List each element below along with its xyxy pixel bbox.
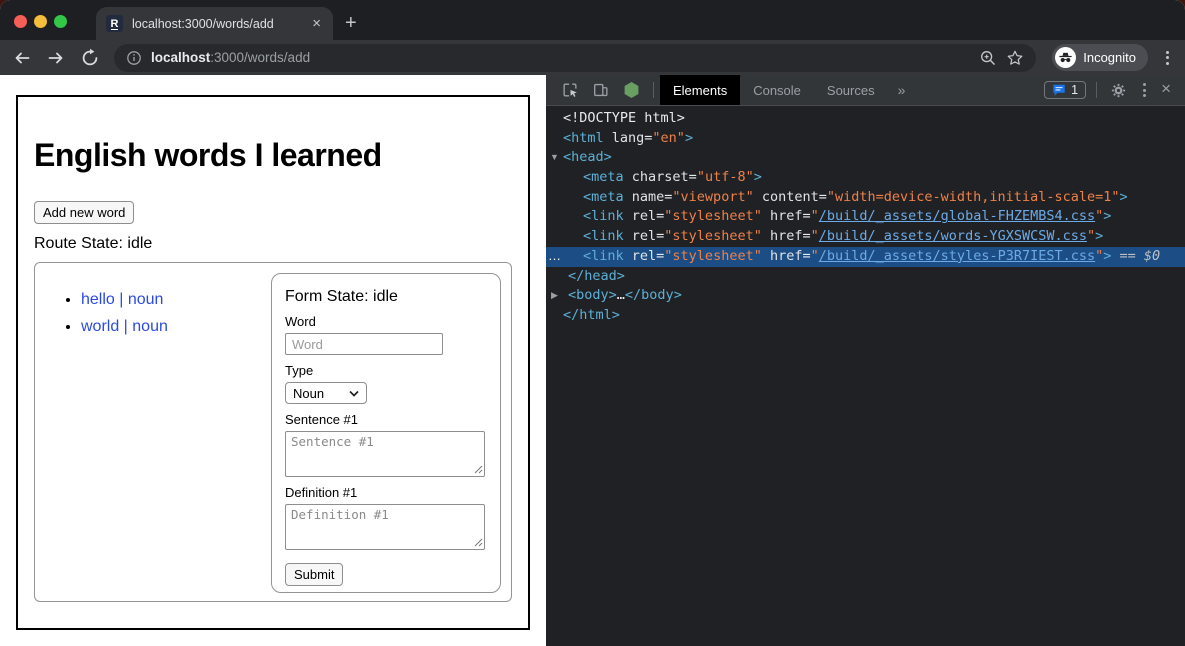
browser-tab[interactable]: R localhost:3000/words/add × — [96, 7, 333, 40]
add-new-word-button[interactable]: Add new word — [34, 201, 134, 224]
settings-gear-icon[interactable] — [1109, 81, 1128, 100]
node-icon[interactable] — [622, 81, 641, 100]
tab-title: localhost:3000/words/add — [132, 17, 301, 31]
dom-tree-node[interactable]: <link rel="stylesheet" href="/build/_ass… — [546, 227, 1185, 247]
word-label: Word — [285, 314, 487, 329]
browser-window: R localhost:3000/words/add × + localhost… — [0, 0, 1185, 646]
browser-menu-icon[interactable] — [1162, 51, 1173, 65]
zoom-window-button[interactable] — [54, 15, 67, 28]
dom-tree-node[interactable]: <meta charset="utf-8"> — [546, 168, 1185, 188]
add-word-form: Form State: idle Word Type Noun Sentence… — [271, 273, 501, 593]
site-info-icon[interactable] — [126, 50, 142, 66]
definition-label: Definition #1 — [285, 485, 487, 500]
word-link-world[interactable]: world | noun — [81, 318, 168, 335]
bookmark-star-icon[interactable] — [1006, 49, 1024, 67]
dom-tree-node[interactable]: ▶<body>…</body> — [546, 286, 1185, 306]
form-state-text: Form State: idle — [285, 288, 487, 306]
list-item: hello | noun — [81, 291, 271, 309]
device-toolbar-icon[interactable] — [591, 81, 610, 100]
tab-elements[interactable]: Elements — [660, 75, 740, 105]
page-viewport: English words I learned Add new word Rou… — [0, 75, 546, 646]
devtools-close-icon[interactable]: × — [1155, 79, 1177, 101]
submit-button[interactable]: Submit — [285, 563, 343, 586]
list-item: world | noun — [81, 318, 271, 336]
tab-strip: R localhost:3000/words/add × + — [0, 0, 1185, 40]
dom-tree-node[interactable]: <link rel="stylesheet" href="/build/_ass… — [546, 207, 1185, 227]
inspect-element-icon[interactable] — [560, 81, 579, 100]
route-state-text: Route State: idle — [34, 235, 512, 253]
minimize-window-button[interactable] — [34, 15, 47, 28]
page-title: English words I learned — [34, 137, 512, 174]
traffic-lights — [14, 15, 67, 28]
dom-tree-node[interactable]: </head> — [546, 267, 1185, 287]
tab-console[interactable]: Console — [740, 75, 814, 105]
incognito-label: Incognito — [1083, 50, 1136, 65]
issues-bubble-icon — [1052, 83, 1066, 97]
new-tab-button[interactable]: + — [345, 9, 357, 37]
dom-tree-node[interactable]: </html> — [546, 306, 1185, 326]
zoom-level-icon[interactable] — [979, 49, 997, 67]
remix-favicon-icon: R — [106, 15, 123, 32]
app-container: English words I learned Add new word Rou… — [16, 95, 530, 630]
dom-tree-node[interactable]: …<link rel="stylesheet" href="/build/_as… — [546, 247, 1185, 267]
devtools-panel: Elements Console Sources » 1 × <!DOCTYPE… — [546, 75, 1185, 646]
browser-toolbar: localhost:3000/words/add Incognito — [0, 40, 1185, 75]
issues-counter[interactable]: 1 — [1044, 81, 1086, 99]
chevron-down-icon — [349, 390, 359, 397]
back-icon[interactable] — [12, 48, 32, 68]
tab-close-icon[interactable]: × — [310, 16, 323, 31]
type-label: Type — [285, 363, 487, 378]
dom-tree-node[interactable]: ▼<head> — [546, 148, 1185, 168]
dom-tree-node[interactable]: <!DOCTYPE html> — [546, 109, 1185, 129]
dom-tree-node[interactable]: <html lang="en"> — [546, 129, 1185, 149]
url-text: localhost:3000/words/add — [151, 50, 970, 65]
dom-tree-node[interactable]: <meta name="viewport" content="width=dev… — [546, 188, 1185, 208]
incognito-badge: Incognito — [1052, 44, 1148, 71]
address-bar[interactable]: localhost:3000/words/add — [114, 44, 1036, 72]
sentence-textarea[interactable] — [285, 431, 485, 477]
definition-textarea[interactable] — [285, 504, 485, 550]
words-panel: hello | noun world | noun Form State: id… — [34, 262, 512, 602]
more-tabs-icon[interactable]: » — [888, 82, 916, 98]
word-input[interactable] — [285, 333, 443, 355]
sentence-label: Sentence #1 — [285, 412, 487, 427]
reload-icon[interactable] — [80, 48, 100, 68]
devtools-toolbar: Elements Console Sources » 1 × — [546, 75, 1185, 106]
dom-tree: <!DOCTYPE html><html lang="en">▼<head><m… — [546, 106, 1185, 646]
tab-sources[interactable]: Sources — [814, 75, 888, 105]
words-list: hello | noun world | noun — [45, 273, 271, 591]
incognito-icon — [1055, 47, 1076, 68]
forward-icon[interactable] — [46, 48, 66, 68]
devtools-menu-icon[interactable] — [1134, 83, 1155, 97]
type-select[interactable]: Noun — [285, 382, 367, 404]
word-link-hello[interactable]: hello | noun — [81, 291, 163, 308]
close-window-button[interactable] — [14, 15, 27, 28]
